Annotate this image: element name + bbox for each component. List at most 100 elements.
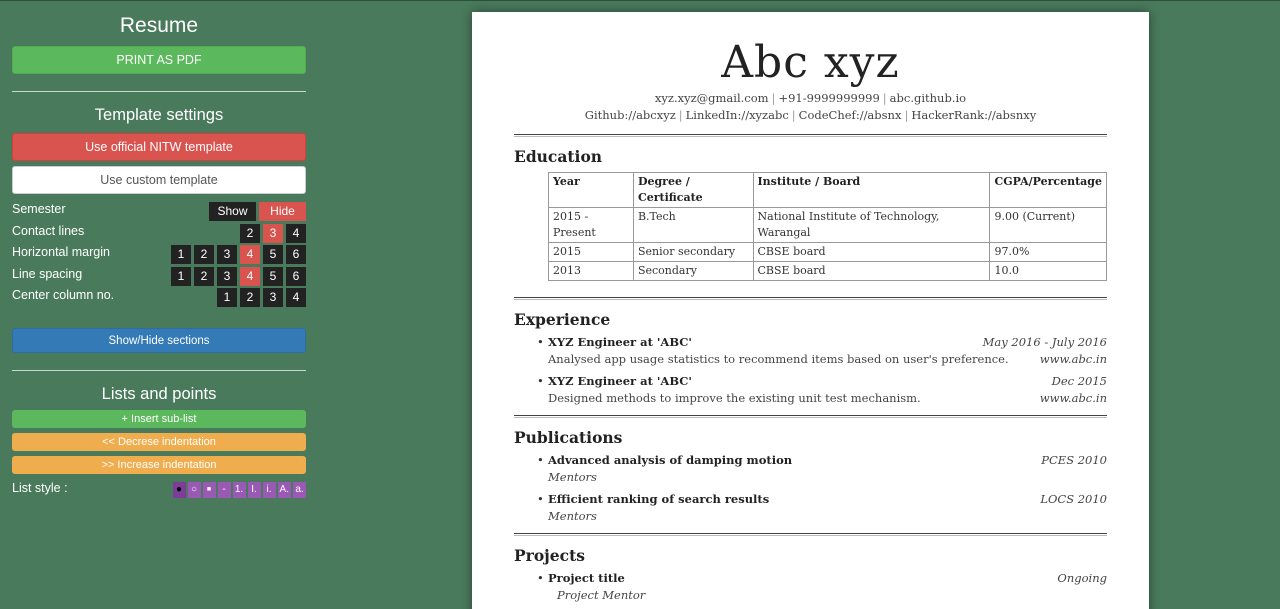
table-header-row: Year Degree / Certificate Institute / Bo…	[548, 172, 1107, 208]
table-cell[interactable]: 97.0%	[989, 242, 1107, 262]
decrease-indentation-button[interactable]: << Decrese indentation	[12, 432, 306, 451]
table-row: 2015 Senior secondary CBSE board 97.0%	[548, 242, 1107, 262]
bullet-icon: •	[537, 374, 544, 388]
table-cell[interactable]: 9.00 (Current)	[989, 207, 1107, 243]
publication-venue[interactable]: LOCS 2010	[1040, 491, 1107, 508]
publication-mentors[interactable]: Mentors	[548, 508, 1107, 525]
project-title[interactable]: Project title	[548, 570, 1107, 587]
bullet-icon: •	[537, 492, 544, 506]
contact-line-2: Github://abcxyz | LinkedIn://xyzabc | CodeCh…	[584, 108, 1037, 122]
list-style-dash-option[interactable]: -	[217, 481, 231, 498]
publications-section-title[interactable]: Publications	[514, 428, 1107, 447]
horizontal-margin-option-4[interactable]: 4	[240, 245, 260, 264]
project-status[interactable]: Ongoing	[1057, 570, 1107, 587]
table-cell[interactable]: 2015	[548, 242, 634, 262]
github-text[interactable]: Github://abcxyz	[585, 108, 676, 122]
list-style-label: List style :	[12, 480, 68, 495]
table-row: 2013 Secondary CBSE board 10.0	[548, 261, 1107, 281]
phone-text[interactable]: +91-9999999999	[778, 91, 879, 105]
center-column-option-4[interactable]: 4	[286, 288, 306, 307]
horizontal-margin-option-5[interactable]: 5	[263, 245, 283, 264]
semester-hide-option[interactable]: Hide	[259, 202, 306, 221]
list-item: • Advanced analysis of damping motion Me…	[514, 452, 1107, 486]
table-cell[interactable]: CBSE board	[752, 261, 991, 281]
experience-link[interactable]: www.abc.in	[1040, 390, 1107, 407]
table-header[interactable]: Year	[548, 172, 634, 208]
list-style-lower-roman-option[interactable]: i.	[262, 481, 276, 498]
table-cell[interactable]: Senior secondary	[632, 242, 754, 262]
list-style-square-option[interactable]: ■	[202, 481, 216, 498]
list-item: • Efficient ranking of search results Me…	[514, 491, 1107, 525]
increase-indentation-button[interactable]: >> Increase indentation	[12, 455, 306, 474]
publication-title[interactable]: Efficient ranking of search results	[548, 491, 1107, 508]
table-header[interactable]: Degree / Certificate	[632, 172, 754, 208]
contact-lines-option-4[interactable]: 4	[286, 223, 306, 243]
line-spacing-option-4[interactable]: 4	[240, 266, 260, 286]
table-cell[interactable]: 10.0	[989, 261, 1107, 281]
contact-lines-option-3[interactable]: 3	[263, 223, 283, 243]
projects-section-title[interactable]: Projects	[514, 546, 1107, 565]
list-style-lower-alpha-option[interactable]: a.	[293, 481, 306, 498]
codechef-text[interactable]: CodeChef://absnx	[799, 108, 902, 122]
contact-lines-option-2[interactable]: 2	[240, 223, 260, 243]
line-spacing-option-5[interactable]: 5	[263, 266, 283, 286]
table-header[interactable]: Institute / Board	[752, 172, 991, 208]
center-column-setting: Center column no. 1 2 3 4	[12, 286, 306, 308]
experience-date[interactable]: May 2016 - July 2016	[983, 334, 1107, 351]
line-spacing-option-6[interactable]: 6	[286, 266, 306, 286]
email-text[interactable]: xyz.xyz@gmail.com	[655, 91, 769, 105]
horizontal-margin-option-1[interactable]: 1	[171, 245, 191, 264]
list-style-circle-option[interactable]: ○	[187, 481, 201, 498]
resume-name[interactable]: Abc xyz	[514, 36, 1107, 90]
horizontal-margin-option-2[interactable]: 2	[194, 245, 214, 264]
website-text[interactable]: abc.github.io	[890, 91, 966, 105]
experience-description[interactable]: Analysed app usage statistics to recomme…	[548, 351, 1107, 368]
project-mentor[interactable]: Project Mentor	[548, 587, 1107, 604]
table-cell[interactable]: CBSE board	[752, 242, 991, 262]
experience-title[interactable]: XYZ Engineer at 'ABC'	[548, 373, 1107, 390]
publication-title[interactable]: Advanced analysis of damping motion	[548, 452, 1107, 469]
table-cell[interactable]: B.Tech	[632, 207, 754, 243]
table-header[interactable]: CGPA/Percentage	[989, 172, 1107, 208]
list-style-decimal-option[interactable]: 1.	[232, 481, 246, 498]
divider	[12, 91, 306, 92]
horizontal-margin-option-6[interactable]: 6	[286, 245, 306, 264]
experience-date[interactable]: Dec 2015	[1052, 373, 1107, 390]
semester-show-option[interactable]: Show	[209, 202, 256, 221]
section-rule	[514, 415, 1107, 418]
divider	[12, 369, 306, 371]
linkedin-text[interactable]: LinkedIn://xyzabc	[686, 108, 789, 122]
horizontal-margin-label: Horizontal margin	[12, 245, 110, 259]
experience-link[interactable]: www.abc.in	[1040, 351, 1107, 368]
list-style-upper-roman-option[interactable]: I.	[247, 481, 261, 498]
table-cell[interactable]: 2015 - Present	[548, 207, 634, 243]
section-rule	[514, 297, 1107, 300]
table-cell[interactable]: National Institute of Technology, Warang…	[752, 207, 991, 243]
print-as-pdf-button[interactable]: PRINT AS PDF	[12, 46, 306, 74]
list-style-upper-alpha-option[interactable]: A.	[277, 481, 291, 498]
use-custom-template-button[interactable]: Use custom template	[12, 166, 306, 194]
list-style-disc-option[interactable]: ●	[172, 481, 186, 498]
show-hide-sections-button[interactable]: Show/Hide sections	[12, 327, 306, 353]
list-style-setting: List style : ● ○ ■ - 1. I. i. A. a.	[12, 481, 306, 501]
experience-section-title[interactable]: Experience	[514, 310, 1107, 329]
center-column-option-3[interactable]: 3	[263, 288, 283, 307]
template-settings-heading: Template settings	[94, 106, 224, 124]
center-column-option-2[interactable]: 2	[240, 288, 260, 307]
line-spacing-option-3[interactable]: 3	[217, 266, 237, 286]
education-section-title[interactable]: Education	[514, 147, 1107, 166]
hackerrank-text[interactable]: HackerRank://absnxy	[911, 108, 1036, 122]
education-table: Year Degree / Certificate Institute / Bo…	[548, 172, 1107, 281]
experience-description[interactable]: Designed methods to improve the existing…	[548, 390, 1107, 407]
line-spacing-option-1[interactable]: 1	[171, 266, 191, 286]
use-official-template-button[interactable]: Use official NITW template	[12, 133, 306, 161]
line-spacing-option-2[interactable]: 2	[194, 266, 214, 286]
publication-mentors[interactable]: Mentors	[548, 469, 1107, 486]
section-rule	[514, 533, 1107, 536]
table-cell[interactable]: 2013	[548, 261, 634, 281]
publication-venue[interactable]: PCES 2010	[1041, 452, 1107, 469]
horizontal-margin-option-3[interactable]: 3	[217, 245, 237, 264]
center-column-option-1[interactable]: 1	[217, 288, 237, 307]
insert-sublist-button[interactable]: + Insert sub-list	[12, 409, 306, 428]
table-cell[interactable]: Secondary	[632, 261, 754, 281]
